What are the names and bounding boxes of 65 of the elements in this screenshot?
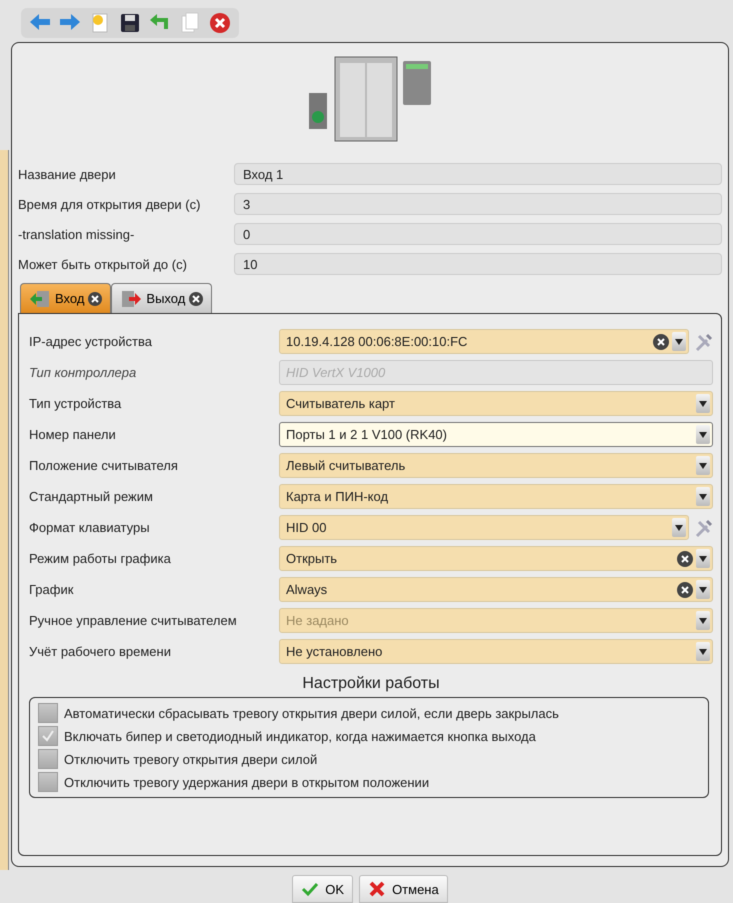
dropdown-arrow-button[interactable]	[672, 332, 686, 351]
field-label: IP-адрес устройства	[29, 334, 153, 349]
checkbox-label: Включать бипер и светодиодный индикатор, когда нажимается кнопка выхода	[64, 728, 536, 744]
dropdown-arrow-button[interactable]	[696, 580, 710, 599]
field-label: Положение считывателя	[29, 458, 179, 473]
field-label: Может быть открытой до (с)	[18, 256, 188, 272]
checkmark-icon	[41, 729, 55, 743]
dropdown-field[interactable]: HID 00	[279, 515, 689, 540]
text-field[interactable]: Вход 1	[234, 163, 722, 185]
field-label: Стандартный режим	[29, 489, 154, 504]
tools-icon[interactable]	[693, 518, 713, 538]
door-arrow-icon	[29, 288, 51, 308]
readonly-field: HID VertX V1000	[279, 360, 713, 385]
tab[interactable]: Вход	[20, 283, 112, 313]
clear-icon[interactable]	[677, 550, 693, 566]
clear-icon[interactable]	[677, 582, 693, 598]
tab[interactable]: Выход	[111, 283, 212, 313]
text-field[interactable]: 0	[234, 223, 722, 245]
check-icon	[301, 880, 320, 898]
field-label: График	[29, 582, 74, 597]
dropdown-field[interactable]: Открыть	[279, 546, 713, 571]
checkbox-label: Отключить тревогу открытия двери силой	[64, 752, 318, 766]
text-field[interactable]: 10	[234, 253, 722, 275]
close-icon[interactable]	[88, 292, 102, 306]
ok-button[interactable]: OK	[292, 875, 354, 903]
dropdown-arrow-button[interactable]	[696, 394, 710, 413]
field-label: Тип контроллера	[29, 365, 138, 380]
field-label: Формат клавиатуры	[29, 520, 151, 535]
checkbox[interactable]	[38, 749, 58, 769]
dropdown-field[interactable]: Карта и ПИН-код	[279, 484, 713, 509]
dropdown-arrow-button[interactable]	[696, 456, 710, 475]
dropdown-arrow-button[interactable]	[672, 518, 686, 537]
field-label: Название двери	[18, 166, 117, 182]
dropdown-arrow-button[interactable]	[696, 642, 710, 661]
close-button[interactable]	[207, 10, 233, 36]
close-icon[interactable]	[189, 292, 204, 306]
text-field[interactable]: 3	[234, 193, 722, 215]
field-label: Номер панели	[29, 427, 117, 442]
door-arrow-icon	[120, 288, 142, 308]
field-label: -translation missing-	[18, 226, 136, 242]
field-label: Время для открытия двери (с)	[18, 196, 202, 212]
checkbox-label: Автоматически сбрасывать тревогу открытия двери силой, если дверь закрылась	[64, 706, 559, 720]
dropdown-arrow-button[interactable]	[696, 549, 710, 568]
field-label: Ручное управление считывателем	[29, 613, 238, 628]
checkbox-label: Отключить тревогу удержания двери в открытом положении	[64, 774, 430, 790]
dropdown-field[interactable]: Порты 1 и 2 1 V100 (RK40)	[279, 422, 713, 447]
dropdown-arrow-button[interactable]	[696, 611, 710, 630]
checkbox[interactable]	[38, 726, 58, 746]
field-label: Тип устройства	[29, 396, 122, 411]
field-label: Учёт рабочего времени	[29, 644, 172, 659]
cross-icon	[368, 880, 386, 898]
field-label: Режим работы графика	[29, 551, 172, 566]
dropdown-field[interactable]: Левый считыватель	[279, 453, 713, 478]
dropdown-arrow-button[interactable]	[696, 487, 710, 506]
checkbox[interactable]	[38, 703, 58, 723]
cancel-button[interactable]: Отмена	[359, 875, 448, 903]
checkbox[interactable]	[38, 772, 58, 792]
tools-icon[interactable]	[693, 332, 713, 352]
dropdown-field[interactable]: Не установлено	[279, 639, 713, 664]
dropdown-field[interactable]: Считыватель карт	[279, 391, 713, 416]
clear-icon[interactable]	[653, 334, 669, 350]
dropdown-field[interactable]: Always	[279, 577, 713, 602]
dropdown-field[interactable]: 10.19.4.128 00:06:8E:00:10:FC	[279, 329, 689, 354]
section-title: Настройки работы	[301, 675, 441, 693]
dropdown-arrow-button[interactable]	[696, 425, 710, 444]
